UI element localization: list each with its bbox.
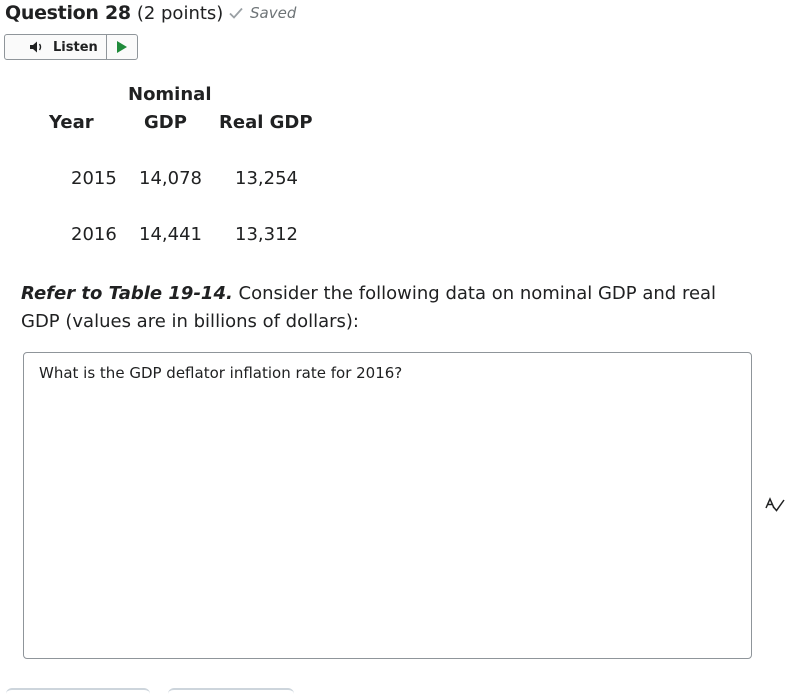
table-reference: Refer to Table 19-14. xyxy=(21,283,233,304)
question-points: (2 points) xyxy=(136,3,224,24)
header-nominal-line2: GDP xyxy=(144,112,187,133)
row-2015-nominal: 14,078 xyxy=(139,168,202,189)
question-header: Question 28 (2 points) xyxy=(5,2,223,24)
header-year: Year xyxy=(49,112,94,133)
listen-button[interactable]: Listen xyxy=(5,35,107,59)
question-prompt: Refer to Table 19-14. Consider the follo… xyxy=(21,280,741,336)
next-page-button[interactable] xyxy=(168,688,294,696)
row-2015-year: 2015 xyxy=(71,168,117,189)
speaker-icon xyxy=(30,41,42,53)
header-nominal-line1: Nominal xyxy=(128,84,212,105)
row-2015-real: 13,254 xyxy=(235,168,298,189)
saved-label: Saved xyxy=(250,4,297,22)
row-2016-year: 2016 xyxy=(71,224,117,245)
checkmark-icon xyxy=(229,7,243,19)
previous-page-button[interactable] xyxy=(6,688,150,696)
play-icon xyxy=(116,41,127,53)
play-button[interactable] xyxy=(107,35,137,59)
question-title: Question 28 xyxy=(5,2,131,24)
row-2016-real: 13,312 xyxy=(235,224,298,245)
saved-status: Saved xyxy=(228,4,296,22)
answer-textarea[interactable]: What is the GDP deflator inflation rate … xyxy=(23,352,752,659)
listen-label: Listen xyxy=(53,39,98,55)
spellcheck-icon[interactable] xyxy=(765,497,785,513)
header-real: Real GDP xyxy=(219,112,313,133)
row-2016-nominal: 14,441 xyxy=(139,224,202,245)
answer-text: What is the GDP deflator inflation rate … xyxy=(39,364,403,382)
listen-control: Listen xyxy=(4,34,138,60)
